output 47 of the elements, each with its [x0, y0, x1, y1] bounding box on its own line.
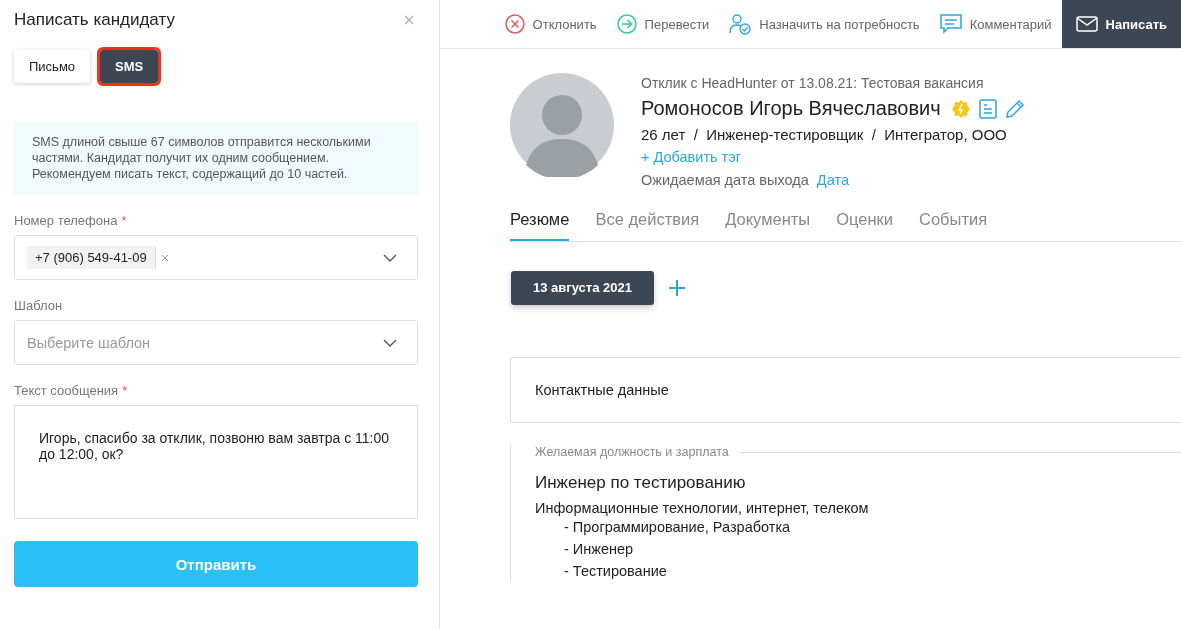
- source-text: Отклик с HeadHunter от 13.08.21: Тестовая вакансия: [641, 74, 985, 93]
- chevron-down-icon: [383, 253, 397, 262]
- contacts-card[interactable]: Контактные данные: [510, 357, 1181, 423]
- mode-tab[interactable]: SMS: [100, 50, 159, 83]
- document-icon[interactable]: [978, 98, 997, 119]
- envelope-icon: [1075, 16, 1098, 32]
- badge-icon: [950, 98, 971, 119]
- tab[interactable]: Резюме: [510, 210, 570, 241]
- chevron-down-icon: [383, 338, 397, 347]
- comment-icon: [939, 14, 962, 34]
- tab[interactable]: Все действия: [595, 210, 700, 241]
- specialization-item: - Тестирование: [564, 562, 668, 581]
- candidate-details: 26 лет / Инженер-тестировщик / Интегратор, ООО: [641, 126, 1008, 143]
- position-title: Инженер по тестированию: [535, 473, 747, 493]
- phone-chip: +7 (906) 549-41-09: [27, 246, 156, 269]
- toolbar-button[interactable]: Назначить на потребность: [719, 0, 930, 48]
- toolbar-button[interactable]: Комментарий: [929, 0, 1062, 48]
- toolbar-button[interactable]: Написать: [1061, 0, 1181, 48]
- tab[interactable]: Оценки: [836, 210, 894, 241]
- info-notice: SMS длиной свыше 67 символов отправится несколькими частями. Кандидат получит их одним сообщением. Рекомендуем писать текст, содержащий до 10 частей.: [14, 121, 418, 195]
- phone-select[interactable]: +7 (906) 549-41-09: [14, 235, 418, 280]
- date-chip[interactable]: 13 августа 2021: [511, 271, 654, 305]
- close-icon[interactable]: [404, 15, 414, 25]
- field-label: Текст сообщения *: [14, 383, 129, 398]
- pencil-icon[interactable]: [1004, 98, 1025, 119]
- toolbar-button[interactable]: Перевести: [606, 0, 720, 48]
- user-check-icon: [729, 13, 752, 35]
- arrow-circle-icon: [616, 14, 637, 34]
- mode-tab[interactable]: Письмо: [14, 50, 91, 83]
- specialization-item: - Инженер: [564, 540, 635, 559]
- message-field[interactable]: Игорь, спасибо за отклик, позвоню вам завтра с 11:00 до 12:00, ок?: [14, 405, 418, 519]
- specialization-item: - Программирование, Разработка: [564, 518, 792, 537]
- tab[interactable]: Документы: [725, 210, 811, 241]
- field-label: Шаблон: [14, 298, 64, 313]
- cross-circle-icon: [504, 14, 525, 34]
- remove-icon[interactable]: [160, 253, 169, 262]
- exit-date-label: Ожидаемая дата выхода: [641, 172, 809, 188]
- section-title: Желаемая должность и зарплата: [535, 445, 729, 459]
- field-label: Номер телефона *: [14, 213, 128, 228]
- tab[interactable]: События: [919, 210, 988, 241]
- dialog-title: Написать кандидату: [14, 10, 175, 30]
- required-mark: *: [121, 213, 127, 228]
- plus-icon[interactable]: [668, 279, 686, 297]
- required-mark: *: [122, 383, 128, 398]
- industry-text: Информационные технологии, интернет, телеком: [535, 500, 870, 516]
- candidate-name: Ромоносов Игорь Вячеславович: [641, 97, 941, 120]
- toolbar-button[interactable]: Отклонить: [494, 0, 607, 48]
